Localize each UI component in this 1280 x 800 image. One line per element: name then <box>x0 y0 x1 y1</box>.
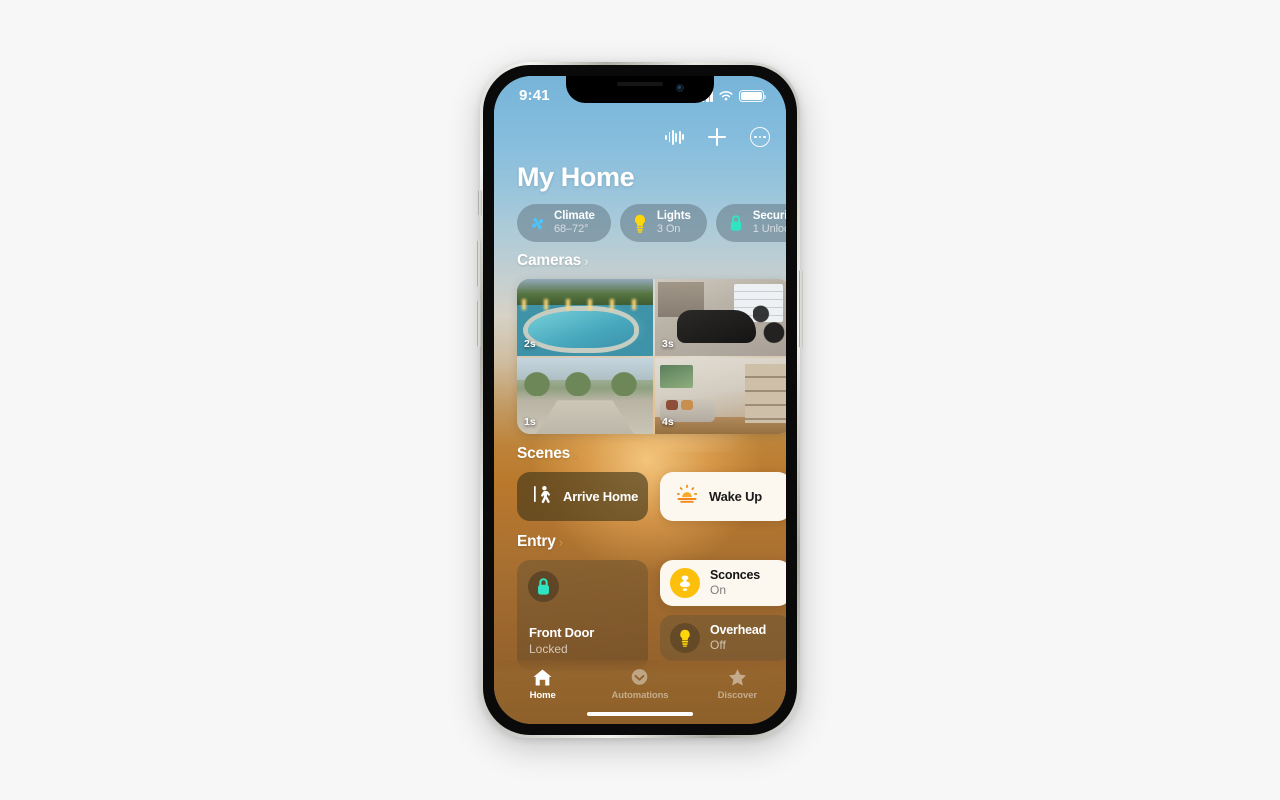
entry-left-column: Front Door Locked <box>517 560 648 670</box>
accessory-name: Sconces <box>710 568 761 583</box>
status-pill-lights[interactable]: Lights 3 On <box>619 204 707 242</box>
scene-label: Wake Up <box>709 489 763 504</box>
camera-timestamp: 3s <box>662 337 674 350</box>
more-options-icon[interactable] <box>750 127 770 147</box>
volume-up-button[interactable] <box>477 240 481 287</box>
lightbulb-icon <box>670 623 700 653</box>
volume-down-button[interactable] <box>477 300 481 347</box>
entry-accessories-row: Front Door Locked Sconces On Overhead Of… <box>517 560 786 670</box>
tab-automations[interactable]: Automations <box>591 668 688 701</box>
mute-switch-button[interactable] <box>478 190 482 216</box>
chevron-right-icon: › <box>573 446 578 462</box>
star-icon <box>728 669 746 686</box>
section-title: Cameras <box>517 252 582 269</box>
accessory-card-sconces[interactable]: Sconces On <box>660 560 786 606</box>
status-pill-climate[interactable]: Climate 68–72° <box>517 204 611 242</box>
wifi-icon <box>719 91 733 101</box>
tab-label: Automations <box>611 690 669 701</box>
section-title: Scenes <box>517 445 571 462</box>
camera-timestamp: 1s <box>524 416 536 428</box>
status-bar-time: 9:41 <box>519 87 550 104</box>
phone-bezel: 9:41 My Home Climate 68–72° Lights 3 On … <box>483 65 797 735</box>
power-button[interactable] <box>799 270 803 348</box>
page-title: My Home <box>517 162 635 192</box>
section-header-entry[interactable]: Entry › <box>517 533 563 551</box>
accessory-card-overhead[interactable]: Overhead Off <box>660 615 786 661</box>
accessory-status: On <box>710 583 727 598</box>
home-icon <box>533 669 552 686</box>
accessory-name: Front Door <box>529 625 595 640</box>
section-title: Entry <box>517 533 556 550</box>
sunrise-icon <box>676 484 698 509</box>
lock-icon <box>728 214 745 233</box>
camera-timestamp: 2s <box>524 337 536 350</box>
battery-full-icon <box>739 90 766 102</box>
phone-device-frame: 9:41 My Home Climate 68–72° Lights 3 On … <box>477 62 803 738</box>
scene-card-wake-up[interactable]: Wake Up <box>660 472 786 521</box>
cameras-grid: 2s 3s 1s 4s <box>517 279 786 434</box>
front-camera-icon <box>676 84 684 92</box>
lightbulb-icon <box>632 214 649 233</box>
automations-icon <box>632 669 648 685</box>
device-notch <box>566 76 714 103</box>
camera-tile-pool[interactable]: 2s <box>517 279 653 356</box>
sconce-light-icon <box>670 568 700 598</box>
home-scroll-content: Cameras › 2s 3s 1s 4s Scenes › Arrive Ho… <box>494 252 786 724</box>
walking-person-icon <box>533 484 552 509</box>
accessory-status: Locked <box>529 642 568 656</box>
tab-label: Home <box>529 690 556 701</box>
section-header-scenes[interactable]: Scenes › <box>517 445 578 463</box>
status-pill-subtitle: 3 On <box>656 223 681 236</box>
accessory-status: Off <box>710 638 726 653</box>
chevron-right-icon: › <box>584 253 589 269</box>
section-header-cameras[interactable]: Cameras › <box>517 252 589 270</box>
status-pills-row[interactable]: Climate 68–72° Lights 3 On Securi 1 Unlo <box>494 204 786 244</box>
fan-icon <box>529 214 546 233</box>
home-indicator[interactable] <box>587 711 693 716</box>
entry-right-column: Sconces On Overhead Off <box>660 560 786 670</box>
siri-waveform-icon[interactable] <box>665 129 684 145</box>
scene-card-arrive-home[interactable]: Arrive Home <box>517 472 648 521</box>
tab-label: Discover <box>717 690 757 701</box>
status-pill-subtitle: 68–72° <box>554 223 589 236</box>
status-pill-title: Climate <box>554 210 595 223</box>
accessory-name: Overhead <box>710 623 767 638</box>
status-pill-security[interactable]: Security 1 Unlocked <box>715 204 786 242</box>
camera-tile-garage[interactable]: 3s <box>655 279 786 356</box>
add-icon[interactable] <box>708 128 726 146</box>
header-action-icons <box>665 127 770 147</box>
earpiece-speaker <box>617 82 663 86</box>
phone-screen: 9:41 My Home Climate 68–72° Lights 3 On … <box>494 76 786 724</box>
chevron-right-icon: › <box>558 534 564 550</box>
camera-tile-living-room[interactable]: 4s <box>655 357 786 434</box>
lock-icon <box>528 571 559 602</box>
status-pill-subtitle: 1 Unlocked <box>752 223 786 236</box>
scene-label: Arrive Home <box>563 489 639 504</box>
accessory-card-front-door[interactable]: Front Door Locked <box>517 560 648 670</box>
tab-discover[interactable]: Discover <box>689 668 786 701</box>
scenes-row: Arrive Home Wake Up <box>517 472 786 521</box>
camera-timestamp: 4s <box>662 416 674 428</box>
screenshot-canvas: 9:41 My Home Climate 68–72° Lights 3 On … <box>0 0 1280 800</box>
status-pill-title: Security <box>752 210 786 223</box>
status-pill-title: Lights <box>656 210 691 223</box>
camera-tile-front-yard[interactable]: 1s <box>517 357 653 434</box>
tab-home[interactable]: Home <box>494 668 591 701</box>
